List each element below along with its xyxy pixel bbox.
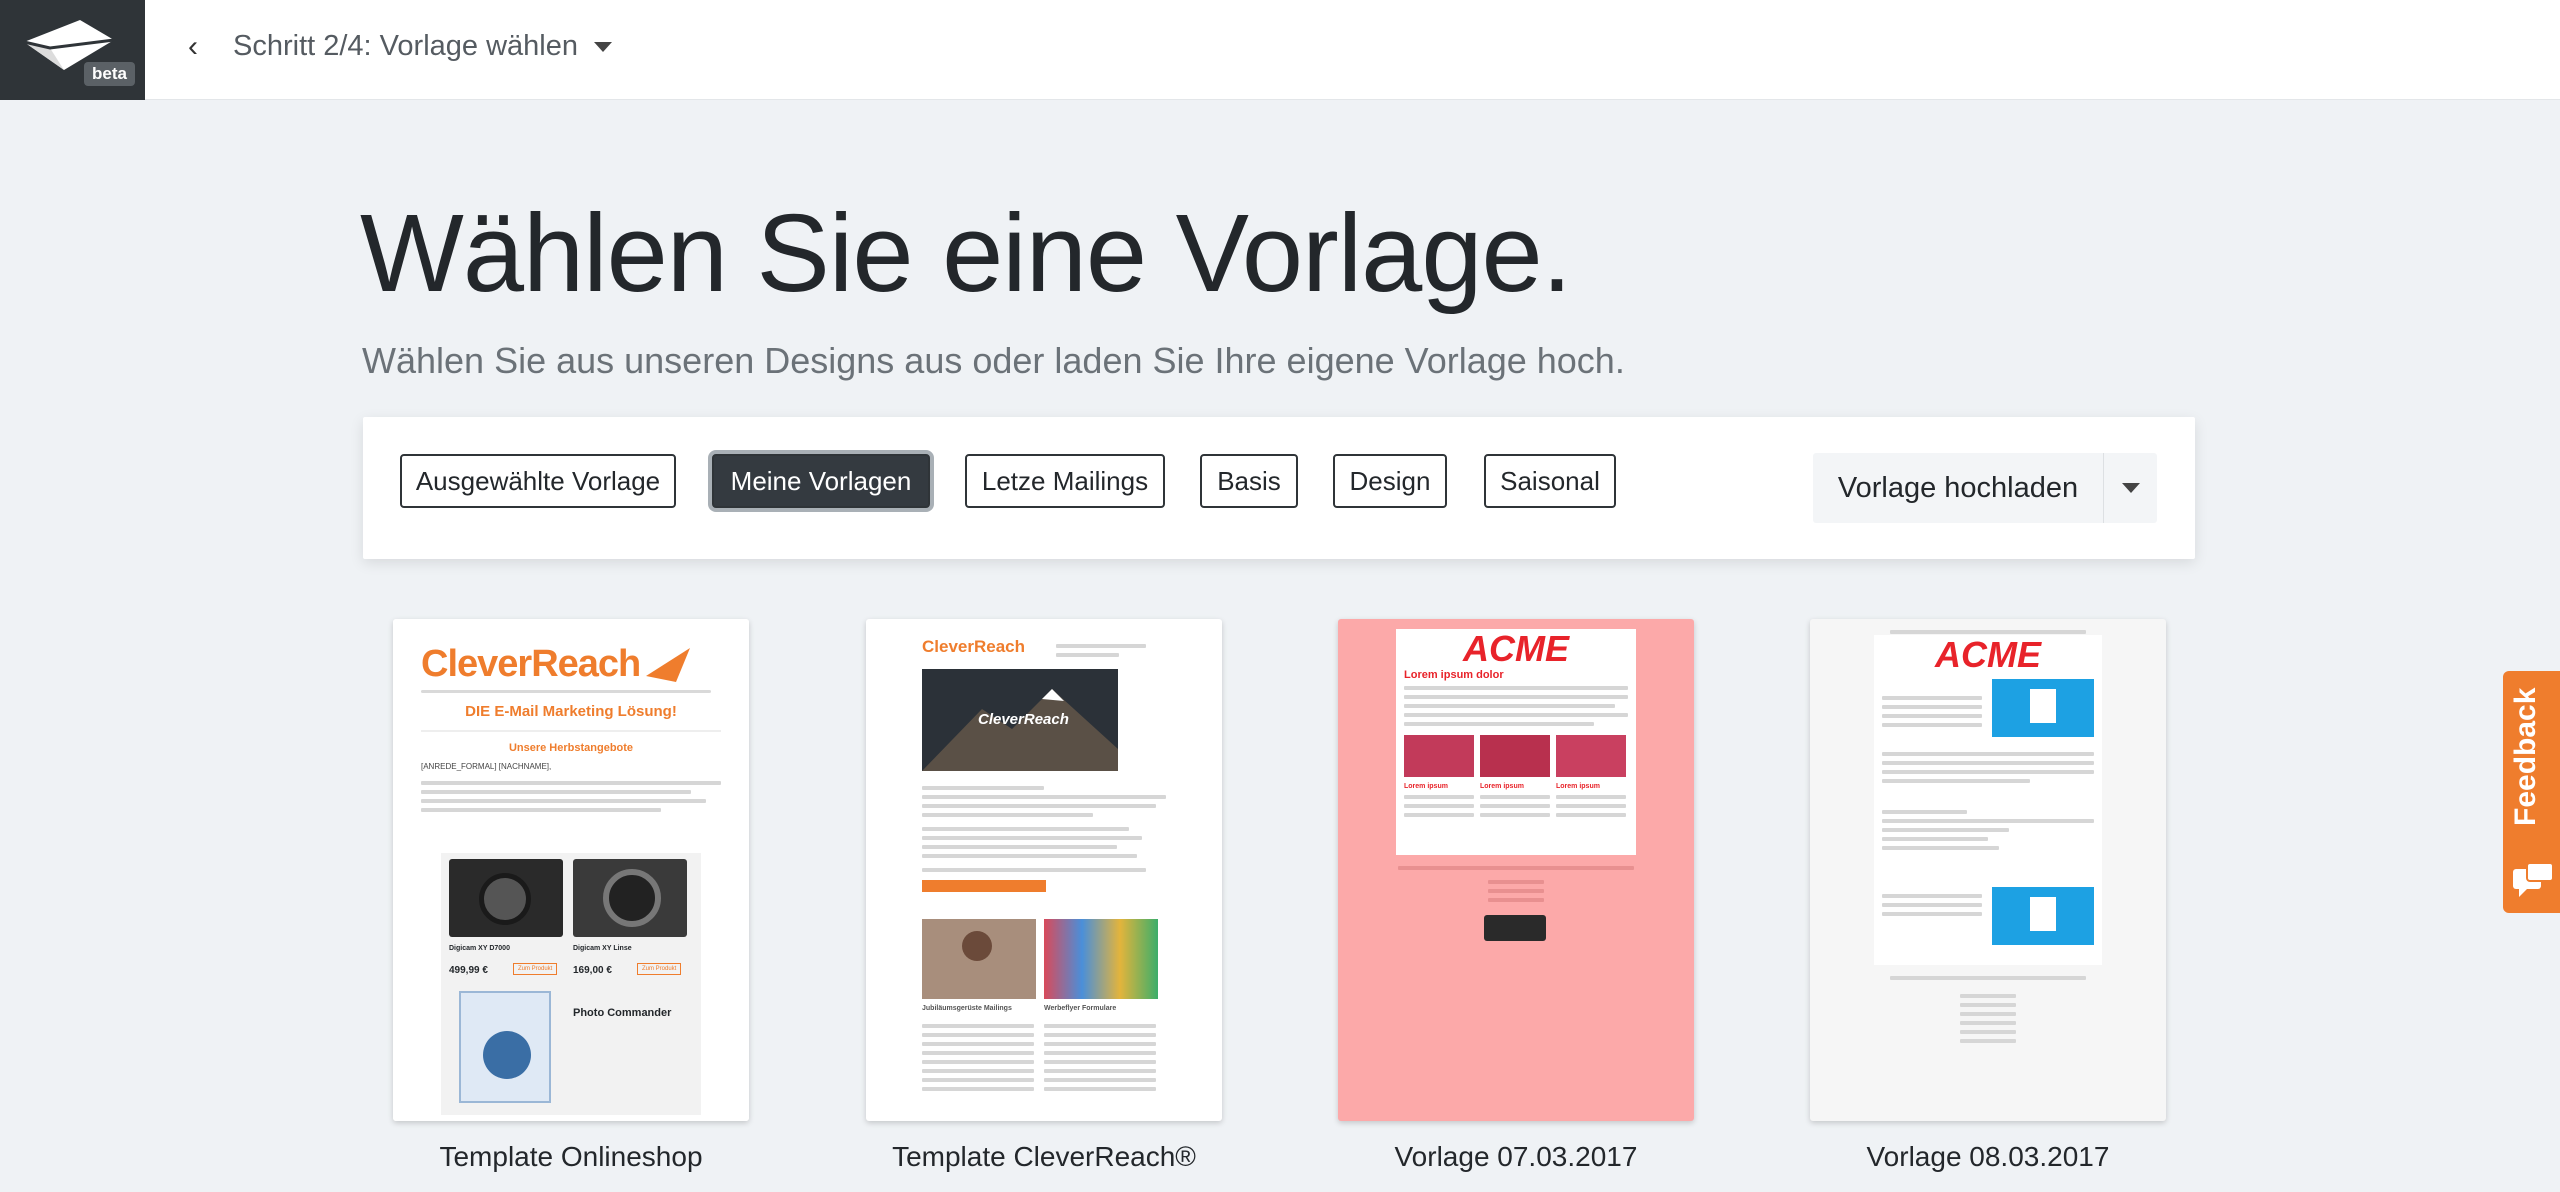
- chevron-down-icon: [2121, 483, 2140, 493]
- product-name-1: Digicam XY D7000: [449, 945, 510, 952]
- template-card-vorlage-08032017[interactable]: ACME Vorlage 08.03.2017: [1810, 619, 2166, 1173]
- filter-basis[interactable]: Basis: [1200, 454, 1298, 508]
- thumbnail-tagline: DIE E-Mail Marketing Lösung!: [465, 703, 677, 720]
- thumbnail-brand: CleverReach: [421, 643, 641, 685]
- top-bar: beta ‹ Schritt 2/4: Vorlage wählen: [0, 0, 2560, 100]
- step-dropdown[interactable]: Schritt 2/4: Vorlage wählen: [233, 30, 612, 63]
- thumbnail-brand: ACME: [1935, 634, 2041, 675]
- template-thumbnail[interactable]: CleverReach CleverReach Jubiläumsgerüste…: [866, 619, 1222, 1121]
- photo-thumb: [1480, 735, 1550, 777]
- banner-text: CleverReach: [978, 711, 1069, 728]
- software-box-image: [459, 991, 551, 1103]
- chat-bubble-icon: [2513, 862, 2554, 897]
- page-subtitle: Wählen Sie aus unseren Designs aus oder …: [362, 340, 1625, 381]
- photo-thumb: [1404, 735, 1474, 777]
- template-thumbnail[interactable]: ACME Lorem ipsum dolor Lorem ipsum Lorem…: [1338, 619, 1694, 1121]
- swoosh-icon: [646, 647, 691, 682]
- mountain-banner-image: CleverReach: [922, 669, 1118, 771]
- upload-template-button[interactable]: Vorlage hochladen: [1813, 472, 2103, 505]
- photo-thumb: [1556, 735, 1626, 777]
- lens-image: [573, 859, 687, 937]
- filter-saisonal[interactable]: Saisonal: [1484, 454, 1616, 508]
- step-label: Schritt 2/4: Vorlage wählen: [233, 30, 578, 62]
- cleverreach-badge: [1484, 915, 1546, 941]
- thumbnail-brand: CleverReach: [922, 637, 1026, 656]
- camera-image: [449, 859, 563, 937]
- thumbnail-greeting: [ANREDE_FORMAL] [NACHNAME],: [421, 762, 552, 771]
- thumbnail-heading: Lorem ipsum dolor: [1404, 669, 1504, 681]
- app-logo[interactable]: beta: [0, 0, 145, 100]
- chevron-down-icon: [593, 41, 612, 52]
- product-price-1: 499,99 €: [449, 965, 488, 976]
- template-card-onlineshop[interactable]: CleverReach DIE E-Mail Marketing Lösung!…: [393, 619, 749, 1173]
- product-name-3: Photo Commander: [573, 1007, 672, 1019]
- feedback-label: Feedback: [2509, 687, 2542, 826]
- thumbnail-heading: Unsere Herbstangebote: [508, 742, 634, 754]
- woman-photo: [922, 919, 1036, 999]
- filter-letze-mailings[interactable]: Letze Mailings: [965, 454, 1165, 508]
- product-button-1: Zum Produkt: [513, 963, 558, 975]
- template-thumbnail[interactable]: CleverReach DIE E-Mail Marketing Lösung!…: [393, 619, 749, 1121]
- product-price-2: 169,00 €: [573, 965, 612, 976]
- feedback-tab[interactable]: Feedback: [2503, 671, 2560, 913]
- upload-options-toggle[interactable]: [2104, 483, 2157, 493]
- template-thumbnail[interactable]: ACME: [1810, 619, 2166, 1121]
- product-name-2: Digicam XY Linse: [573, 945, 632, 952]
- document-icon: [1992, 679, 2094, 737]
- template-title: Template Onlineshop: [439, 1141, 703, 1172]
- template-card-vorlage-07032017[interactable]: ACME Lorem ipsum dolor Lorem ipsum Lorem…: [1338, 619, 1694, 1173]
- beta-badge: beta: [84, 62, 135, 86]
- filter-panel: Ausgewählte Vorlage Meine Vorlagen Letze…: [363, 417, 2195, 559]
- page-title: Wählen Sie eine Vorlage.: [360, 192, 1572, 315]
- column-heading-2: Werbeflyer Formulare: [1044, 1005, 1117, 1012]
- column-heading: Lorem ipsum: [1404, 783, 1448, 790]
- upload-template-splitbutton: Vorlage hochladen: [1813, 453, 2157, 523]
- column-heading: Lorem ipsum: [1556, 783, 1600, 790]
- product-button-2: Zum Produkt: [637, 963, 682, 975]
- template-title: Template CleverReach®: [892, 1141, 1196, 1172]
- column-heading-1: Jubiläumsgerüste Mailings: [922, 1005, 1012, 1012]
- template-title: Vorlage 07.03.2017: [1394, 1141, 1638, 1172]
- colorful-buildings-photo: [1044, 919, 1158, 999]
- template-title: Vorlage 08.03.2017: [1866, 1141, 2110, 1172]
- filter-meine-vorlagen[interactable]: Meine Vorlagen: [712, 454, 930, 508]
- thumbnail-brand: ACME: [1463, 628, 1569, 669]
- filter-ausgewaehlte-vorlage[interactable]: Ausgewählte Vorlage: [400, 454, 676, 508]
- filter-design[interactable]: Design: [1333, 454, 1447, 508]
- template-card-cleverreach[interactable]: CleverReach CleverReach Jubiläumsgerüste…: [866, 619, 1222, 1173]
- back-button[interactable]: ‹: [188, 30, 198, 64]
- document-icon: [1992, 887, 2094, 945]
- column-heading: Lorem ipsum: [1480, 783, 1524, 790]
